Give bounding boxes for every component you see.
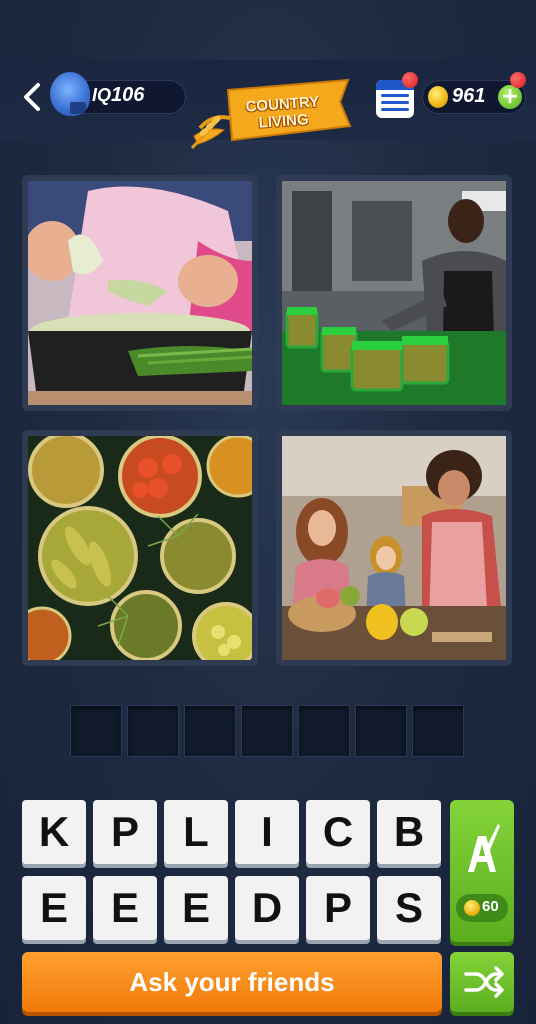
letter-key[interactable]: P bbox=[93, 800, 157, 864]
iq-score: IQ106 bbox=[92, 84, 145, 106]
photo-pickle-jars-image bbox=[28, 436, 252, 660]
letter-key[interactable]: E bbox=[22, 876, 86, 940]
notification-dot bbox=[510, 72, 526, 88]
shuffle-button[interactable] bbox=[450, 952, 514, 1012]
letter-key[interactable]: E bbox=[164, 876, 228, 940]
back-button[interactable] bbox=[20, 82, 46, 112]
photo-2[interactable] bbox=[276, 175, 512, 411]
photo-4[interactable] bbox=[276, 430, 512, 666]
coin-icon bbox=[464, 900, 480, 916]
letter-key[interactable]: S bbox=[377, 876, 441, 940]
letter-key[interactable]: P bbox=[306, 876, 370, 940]
letter-a-brush-icon bbox=[466, 824, 500, 886]
ask-friends-button[interactable]: Ask your friends bbox=[22, 952, 442, 1012]
answer-slot-7[interactable] bbox=[412, 705, 464, 757]
chevron-left-icon bbox=[24, 83, 40, 111]
answer-slot-2[interactable] bbox=[127, 705, 179, 757]
letter-key[interactable]: E bbox=[93, 876, 157, 940]
photo-1[interactable] bbox=[22, 175, 258, 411]
coin-count: 961 bbox=[452, 85, 486, 107]
brain-head-icon bbox=[50, 72, 90, 116]
photo-3[interactable] bbox=[22, 430, 258, 666]
notification-dot bbox=[402, 72, 418, 88]
add-coins-button[interactable]: + bbox=[498, 85, 522, 109]
answer-slots bbox=[70, 705, 466, 757]
answer-slot-3[interactable] bbox=[184, 705, 236, 757]
photo-family-cooking-image bbox=[282, 436, 506, 660]
letter-key[interactable]: K bbox=[22, 800, 86, 864]
answer-slot-5[interactable] bbox=[298, 705, 350, 757]
letter-key[interactable]: C bbox=[306, 800, 370, 864]
hint-cost-value: 60 bbox=[482, 898, 499, 915]
answer-slot-6[interactable] bbox=[355, 705, 407, 757]
hint-cost-badge: 60 bbox=[456, 894, 508, 922]
letter-key[interactable]: B bbox=[377, 800, 441, 864]
letter-key[interactable]: D bbox=[235, 876, 299, 940]
shuffle-icon bbox=[464, 966, 504, 998]
answer-slot-4[interactable] bbox=[241, 705, 293, 757]
reveal-letter-hint-button[interactable]: 60 bbox=[450, 800, 514, 942]
letter-key[interactable]: I bbox=[235, 800, 299, 864]
answer-slot-1[interactable] bbox=[70, 705, 122, 757]
letter-key[interactable]: L bbox=[164, 800, 228, 864]
coin-icon bbox=[428, 86, 448, 108]
photo-jars-man-image bbox=[282, 181, 506, 405]
photo-cabbage-image bbox=[28, 181, 252, 405]
